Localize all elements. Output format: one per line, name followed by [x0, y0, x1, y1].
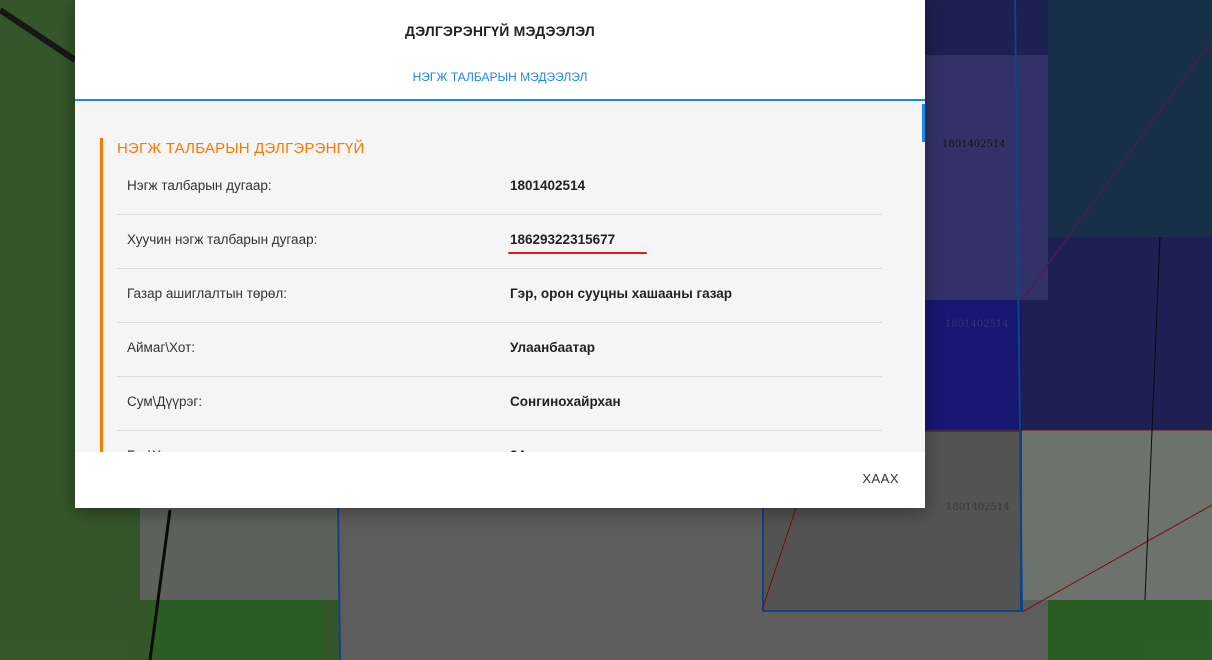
detail-row-subdistrict: Баг\Хороо: 24 [117, 431, 882, 452]
detail-value: 18629322315677 [510, 232, 616, 247]
section-title: НЭГЖ ТАЛБАРЫН ДЭЛГЭРЭНГҮЙ [117, 140, 365, 157]
detail-label: Баг\Хороо: [127, 431, 195, 452]
red-highlight-underline [508, 252, 647, 254]
detail-row-land-use-type: Газар ашиглалтын төрөл: Гэр, орон сууцны… [117, 269, 882, 323]
dialog-footer: ХААХ [75, 452, 925, 508]
details-dialog: ДЭЛГЭРЭНГҮЙ МЭДЭЭЛЭЛ НЭГЖ ТАЛБАРЫН МЭДЭЭ… [75, 0, 925, 508]
detail-label: Газар ашиглалтын төрөл: [127, 286, 288, 301]
detail-label: Сум\Дүүрэг: [127, 394, 203, 409]
detail-label: Хуучин нэгж талбарын дугаар: [127, 232, 318, 247]
dialog-title: ДЭЛГЭРЭНГҮЙ МЭДЭЭЛЭЛ [405, 23, 595, 39]
dialog-content[interactable]: НЭГЖ ТАЛБАРЫН ДЭЛГЭРЭНГҮЙ Нэгж талбарын … [75, 101, 925, 452]
tab-parcel-info[interactable]: НЭГЖ ТАЛБАРЫН МЭДЭЭЛЭЛ [75, 62, 925, 92]
detail-row-parcel-number: Нэгж талбарын дугаар: 1801402514 [117, 161, 882, 215]
detail-value: Улаанбаатар [510, 340, 596, 355]
detail-row-old-parcel-number: Хуучин нэгж талбарын дугаар: 18629322315… [117, 215, 882, 269]
detail-value: 1801402514 [510, 178, 586, 193]
detail-label: Аймаг\Хот: [127, 340, 196, 355]
parcel-details-section: НЭГЖ ТАЛБАРЫН ДЭЛГЭРЭНГҮЙ Нэгж талбарын … [100, 138, 885, 452]
detail-value: 24 [510, 431, 525, 452]
detail-value: Гэр, орон сууцны хашааны газар [510, 286, 733, 301]
detail-row-province-city: Аймаг\Хот: Улаанбаатар [117, 323, 882, 377]
detail-row-district: Сум\Дүүрэг: Сонгинохайрхан [117, 377, 882, 431]
close-button[interactable]: ХААХ [862, 471, 899, 486]
detail-label: Нэгж талбарын дугаар: [127, 178, 272, 193]
scrollbar-thumb[interactable] [922, 104, 925, 142]
detail-value: Сонгинохайрхан [510, 394, 621, 409]
details-list: Нэгж талбарын дугаар: 1801402514 Хуучин … [117, 161, 882, 452]
